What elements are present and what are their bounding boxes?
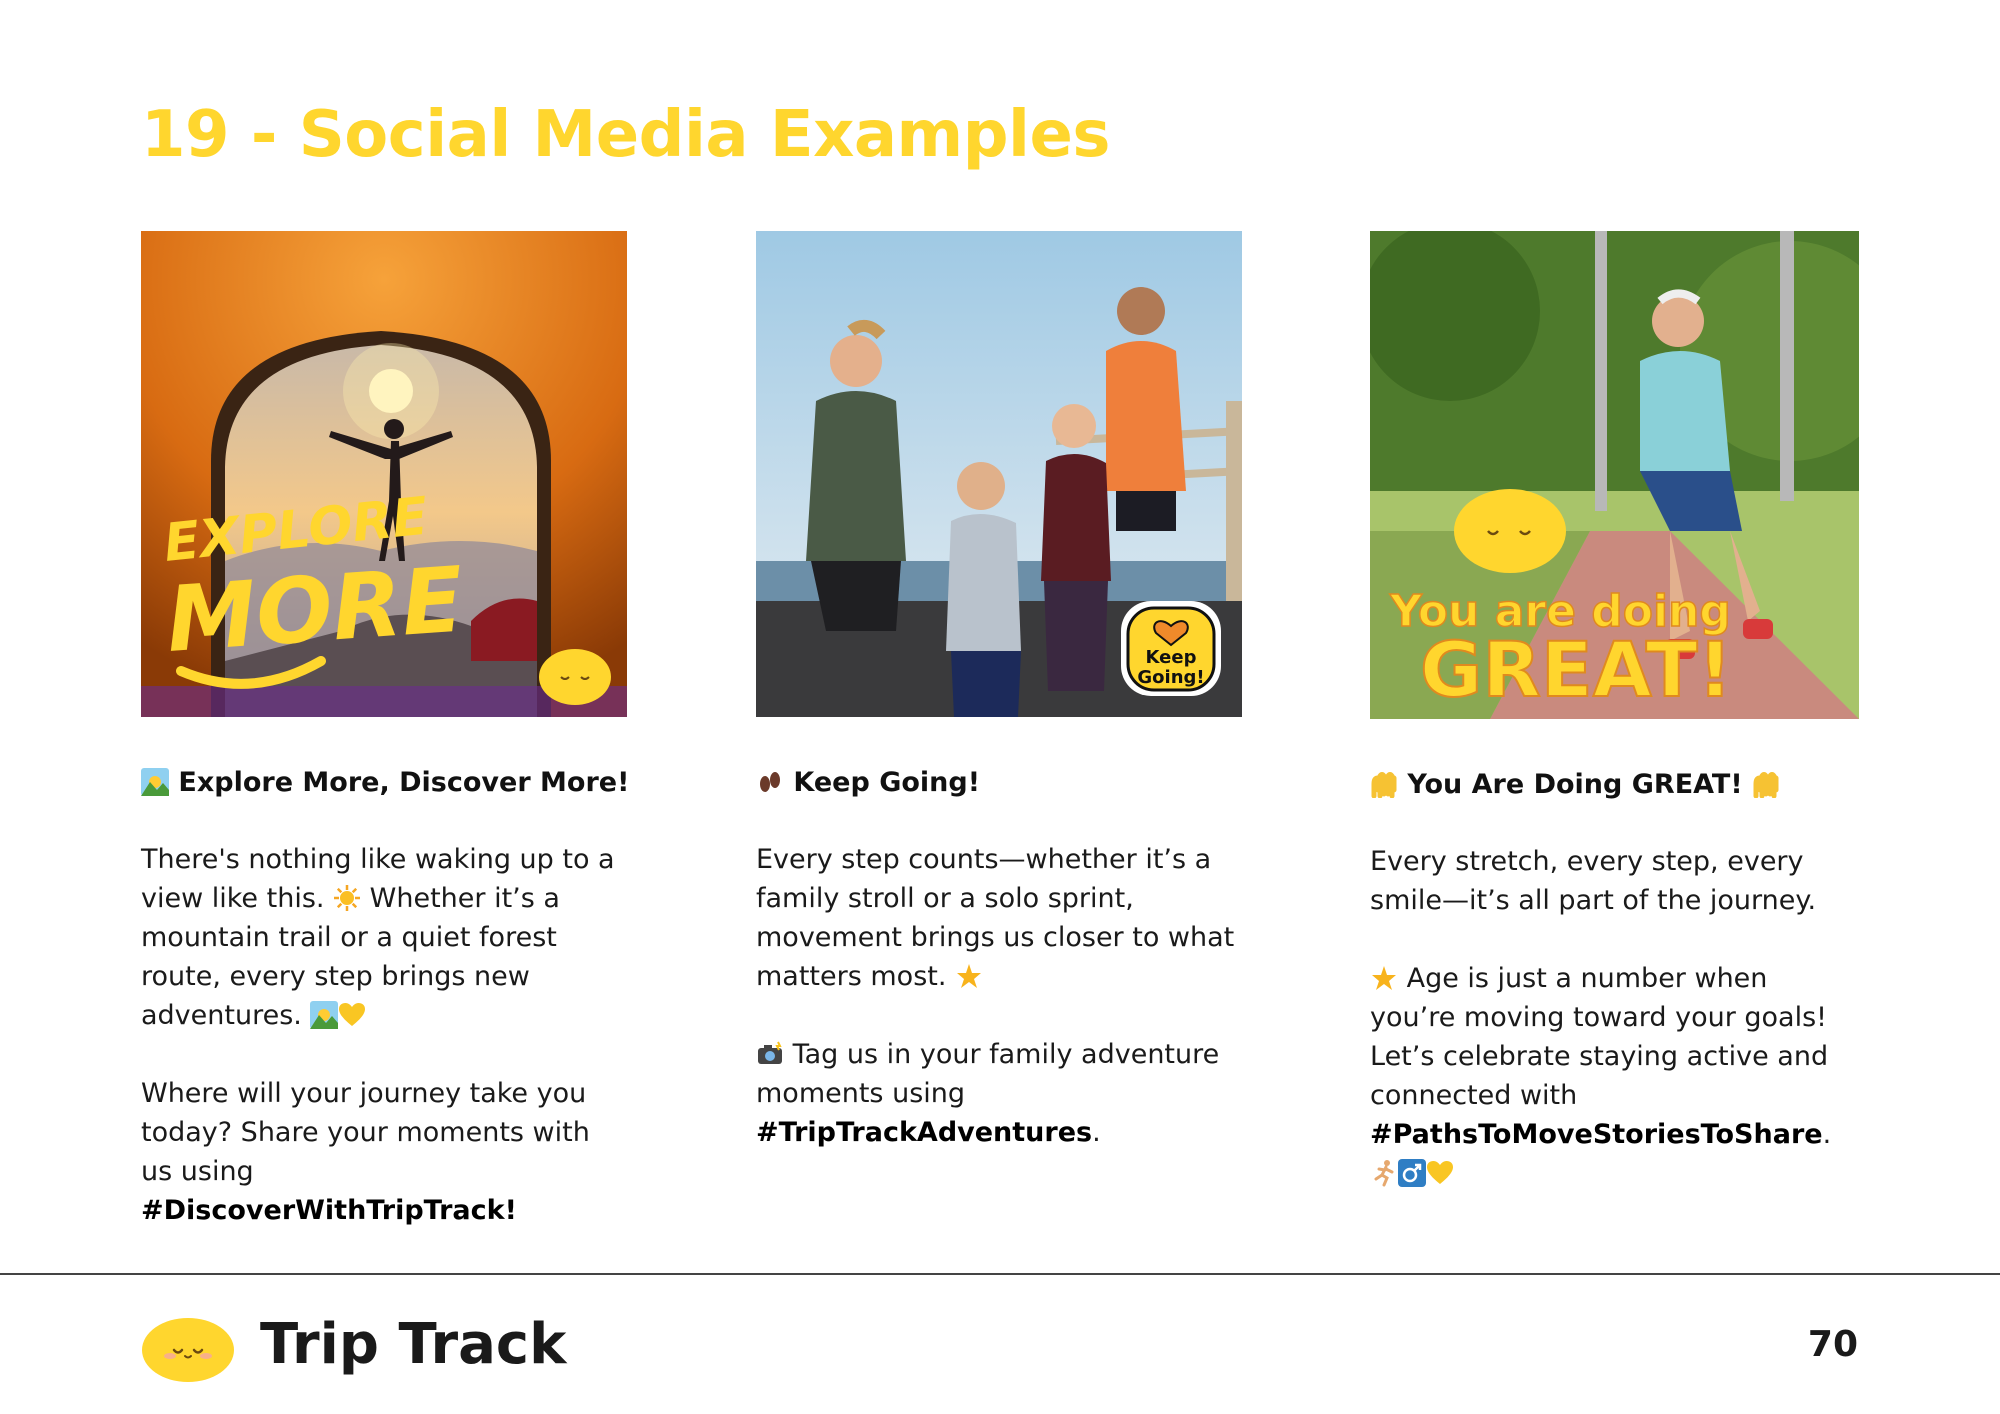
svg-text:Going!: Going! xyxy=(1137,667,1204,688)
post-cta: Tag us in your family adventure moments … xyxy=(756,1035,1243,1152)
yellow-heart-icon xyxy=(338,1001,366,1029)
hashtag[interactable]: #DiscoverWithTripTrack! xyxy=(141,1195,517,1226)
post-card-keep-going: Keep Going! Keep Going! Every step count… xyxy=(756,231,1243,1152)
camera-flash-icon xyxy=(756,1040,784,1068)
post-body: Every stretch, every step, every smile—i… xyxy=(1370,842,1857,920)
sun-icon xyxy=(333,884,361,912)
svg-text:GREAT!: GREAT! xyxy=(1420,625,1732,714)
post-cta-text: Tag us in your family adventure moments … xyxy=(756,1039,1220,1109)
post-body-text: Every step counts—whether it’s a family … xyxy=(756,844,1235,992)
page-number: 70 xyxy=(1807,1324,1858,1365)
brand-name: Trip Track xyxy=(260,1312,567,1377)
post-cta: Where will your journey take you today? … xyxy=(141,1074,628,1230)
post-image-senior-stretch: You are doing GREAT! xyxy=(1370,231,1859,719)
post-card-explore: EXPLORE MORE Explore More, Discover More… xyxy=(141,231,630,1230)
footprints-icon xyxy=(756,768,784,796)
yellow-heart-icon xyxy=(1426,1159,1454,1187)
hashtag[interactable]: #TripTrackAdventures xyxy=(756,1117,1092,1148)
post-cta-text: Age is just a number when you’re moving … xyxy=(1370,963,1829,1111)
male-sign-icon xyxy=(1398,1159,1426,1187)
post-image-tent-sunrise: EXPLORE MORE xyxy=(141,231,627,717)
raising-hands-icon xyxy=(1752,770,1780,798)
post-heading: You Are Doing GREAT! xyxy=(1370,767,1857,803)
post-cta-text: Where will your journey take you today? … xyxy=(141,1078,590,1187)
raising-hands-icon xyxy=(1370,770,1398,798)
post-card-doing-great: You are doing GREAT! You Are Doing GREAT… xyxy=(1370,231,1859,1193)
page-title: 19 - Social Media Examples xyxy=(141,98,1110,172)
svg-text:MORE: MORE xyxy=(163,547,466,672)
glowing-star-icon xyxy=(955,962,983,990)
svg-text:Keep: Keep xyxy=(1146,647,1197,668)
post-cta: Age is just a number when you’re moving … xyxy=(1370,959,1857,1193)
post-image-family-running: Keep Going! xyxy=(756,231,1242,717)
sunrise-over-mountains-icon xyxy=(310,1001,339,1029)
sunrise-over-mountains-icon xyxy=(141,768,169,796)
post-heading: Keep Going! xyxy=(756,765,1243,801)
post-heading-text: Keep Going! xyxy=(793,767,981,798)
post-body-text: Every stretch, every step, every smile—i… xyxy=(1370,846,1817,916)
glowing-star-icon xyxy=(1370,964,1398,992)
hashtag[interactable]: #PathsToMoveStoriesToShare xyxy=(1370,1119,1823,1150)
man-running-icon xyxy=(1370,1159,1398,1187)
post-heading-text: You Are Doing GREAT! xyxy=(1407,769,1743,800)
hashtag-suffix: . xyxy=(1092,1117,1101,1148)
post-body: There's nothing like waking up to a view… xyxy=(141,840,628,1035)
footer-divider xyxy=(0,1273,2000,1275)
hashtag-suffix: . xyxy=(1822,1119,1832,1150)
post-heading-text: Explore More, Discover More! xyxy=(178,767,630,798)
trip-track-logo-mascot xyxy=(140,1306,236,1382)
post-heading: Explore More, Discover More! xyxy=(141,765,630,801)
post-body: Every step counts—whether it’s a family … xyxy=(756,840,1243,996)
